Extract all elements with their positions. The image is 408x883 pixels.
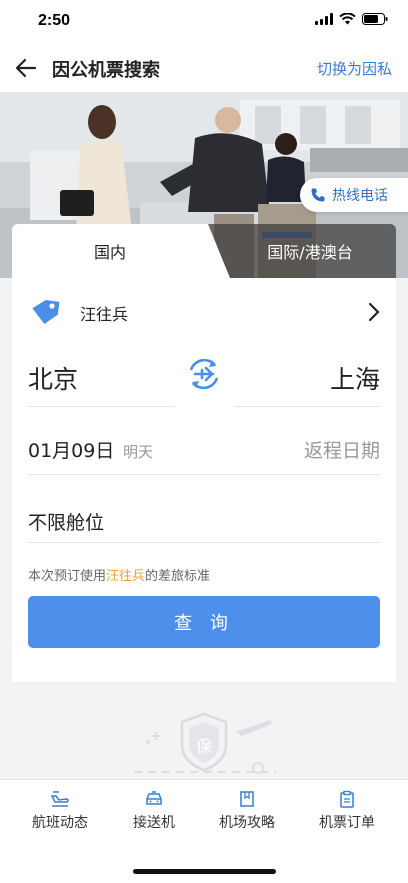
policy-prefix: 本次预订使用	[28, 569, 107, 584]
status-bar: 2:50	[0, 0, 408, 44]
page-title: 因公机票搜索	[52, 60, 160, 81]
chevron-right-icon	[368, 302, 380, 322]
route-row: 北京 上海	[12, 350, 396, 408]
tab-ticket-orders[interactable]: 机票订单	[296, 790, 398, 832]
search-button[interactable]: 查 询	[28, 596, 380, 648]
hotline-button[interactable]: 热线电话	[300, 178, 408, 212]
divider	[28, 406, 175, 407]
insurance-shield-illustration: 保	[134, 712, 276, 774]
tab-notch	[200, 224, 230, 278]
tag-icon	[32, 299, 60, 325]
status-time: 2:50	[38, 12, 71, 29]
signal-icon	[315, 13, 333, 25]
nav-bar: 因公机票搜索 切换为因私	[0, 44, 408, 92]
traveler-name: 汪往兵	[80, 305, 129, 324]
arrival-city[interactable]: 上海	[330, 360, 380, 396]
date-row: 01月09日 明天 返程日期	[12, 428, 396, 468]
tab-domestic-label: 国内	[93, 243, 126, 262]
departure-date[interactable]: 01月09日	[28, 436, 114, 463]
car-icon	[146, 791, 162, 805]
tab-flight-status[interactable]: 航班动态	[9, 790, 111, 832]
tab-airport-transfer-label: 接送机	[133, 815, 175, 831]
policy-suffix: 的差旅标准	[145, 569, 211, 584]
swap-cities-icon[interactable]	[186, 356, 222, 392]
battery-icon	[362, 13, 388, 25]
travel-policy-note: 本次预订使用汪往兵的差旅标准	[28, 565, 210, 584]
tab-airport-guide-label: 机场攻略	[219, 815, 275, 831]
back-arrow-icon[interactable]	[14, 56, 38, 80]
svg-text:保: 保	[196, 737, 212, 756]
tab-airport-transfer[interactable]: 接送机	[103, 790, 205, 832]
trip-type-tabs: 国际/港澳台 国内	[12, 224, 396, 278]
tab-international[interactable]: 国际/港澳台	[206, 224, 396, 278]
return-date-field[interactable]: 返程日期	[304, 436, 380, 463]
departure-date-note: 明天	[123, 443, 154, 461]
status-icons	[315, 13, 388, 25]
tab-ticket-orders-label: 机票订单	[319, 815, 375, 831]
policy-traveler-name[interactable]: 汪往兵	[106, 569, 145, 584]
traveler-selector[interactable]: 汪往兵	[12, 292, 396, 332]
phone-icon	[311, 188, 325, 202]
tab-domestic[interactable]: 国内	[12, 224, 208, 278]
clipboard-icon	[340, 790, 354, 808]
divider	[28, 542, 380, 543]
hotline-label: 热线电话	[332, 188, 388, 204]
book-icon	[240, 791, 254, 807]
wifi-icon	[339, 13, 356, 25]
tab-airport-guide[interactable]: 机场攻略	[196, 790, 298, 832]
divider	[28, 474, 380, 475]
tab-flight-status-label: 航班动态	[32, 815, 88, 831]
departure-city[interactable]: 北京	[28, 360, 78, 396]
flight-status-icon	[50, 791, 69, 807]
bottom-tab-bar: 航班动态 接送机 机场攻略 机票订单	[0, 779, 408, 883]
divider	[234, 406, 380, 407]
tab-international-label: 国际/港澳台	[267, 243, 353, 262]
switch-to-private-link[interactable]: 切换为因私	[317, 58, 392, 79]
home-indicator	[133, 869, 276, 874]
search-card: 汪往兵 北京 上海 01月09日 明天 返程日期 不限舱位 本次预订使用汪往兵的…	[12, 278, 396, 682]
cabin-class-selector[interactable]: 不限舱位	[28, 508, 104, 535]
